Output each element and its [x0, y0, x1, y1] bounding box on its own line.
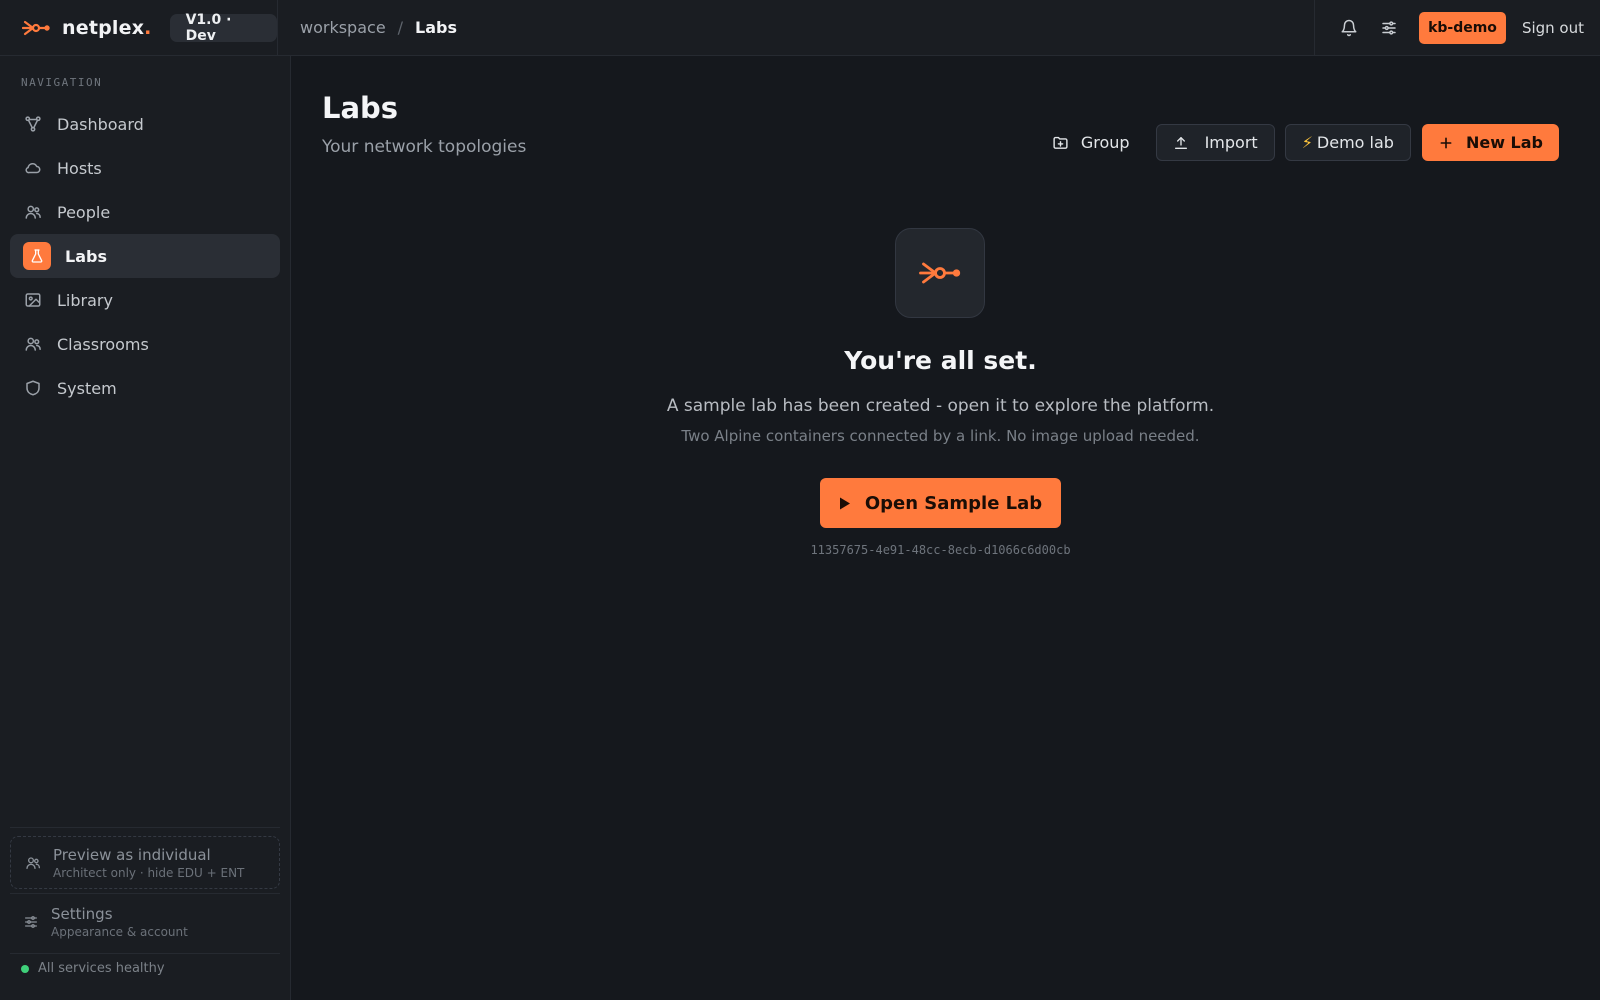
page-subtitle: Your network topologies [322, 137, 527, 157]
sidebar-item-label: Dashboard [57, 114, 144, 134]
netplex-logo-icon [919, 257, 961, 289]
shield-icon [24, 379, 42, 397]
cloud-icon [24, 159, 42, 177]
netplex-logo-icon[interactable] [22, 18, 50, 38]
lightning-icon: ⚡ [1301, 133, 1313, 152]
flask-icon [23, 242, 51, 270]
settings-title: Settings [51, 905, 113, 923]
breadcrumb-current: Labs [415, 18, 458, 37]
preview-subtitle: Architect only · hide EDU + ENT [53, 865, 245, 880]
demo-lab-label: Demo lab [1316, 133, 1394, 152]
sidebar-settings[interactable]: Settings Appearance & account [10, 902, 280, 942]
empty-state-title: You're all set. [844, 346, 1037, 375]
status-dot-icon [21, 964, 29, 973]
new-lab-label: New Lab [1465, 133, 1543, 152]
upload-icon [1173, 135, 1189, 151]
plus-icon [1438, 135, 1454, 151]
page-actions: Group Import ⚡ Demo lab New Lab [1042, 124, 1559, 161]
sidebar-divider [10, 827, 280, 828]
sidebar-item-label: Classrooms [57, 334, 149, 354]
sidebar-item-system[interactable]: System [10, 366, 280, 410]
empty-state-logo [895, 228, 985, 318]
sliders-icon [23, 914, 39, 930]
preview-texts: Preview as individual Architect only · h… [53, 846, 244, 880]
open-sample-lab-button[interactable]: Open Sample Lab [820, 478, 1061, 528]
service-health-status: All services healthy [21, 961, 165, 976]
nav-list: Dashboard Hosts People Labs Library Clas… [10, 102, 280, 410]
sidebar-item-label: Labs [65, 246, 107, 266]
sidebar-divider [10, 893, 280, 894]
play-icon [839, 497, 851, 510]
version-badge[interactable]: V1.0 · Dev [169, 12, 277, 44]
sidebar-item-label: System [57, 378, 117, 398]
group-button[interactable]: Group [1042, 124, 1140, 161]
import-label: Import [1204, 133, 1258, 152]
topology-icon [24, 115, 42, 133]
page-title: Labs [322, 91, 399, 125]
image-icon [24, 291, 42, 309]
preview-title: Preview as individual [53, 845, 211, 864]
sidebar-item-library[interactable]: Library [10, 278, 280, 322]
sidebar-item-labs[interactable]: Labs [10, 234, 280, 278]
health-text: All services healthy [38, 961, 165, 976]
user-badge[interactable]: kb-demo [1419, 11, 1506, 44]
group-label: Group [1080, 133, 1130, 152]
top-bar: netplex. V1.0 · Dev workspace / Labs kb-… [0, 0, 1600, 56]
breadcrumb-separator: / [397, 18, 404, 37]
header-actions: kb-demo Sign out [1314, 0, 1600, 56]
settings-texts: Settings Appearance & account [51, 905, 188, 939]
sidebar-item-dashboard[interactable]: Dashboard [10, 102, 280, 146]
users-icon [25, 855, 41, 871]
breadcrumb-workspace[interactable]: workspace [300, 18, 386, 37]
empty-state-description: A sample lab has been created - open it … [666, 396, 1215, 416]
sidebar-item-classrooms[interactable]: Classrooms [10, 322, 280, 366]
sign-out-button[interactable]: Sign out [1522, 19, 1584, 37]
sliders-icon[interactable] [1369, 8, 1409, 48]
bell-icon[interactable] [1329, 8, 1369, 48]
brand-name[interactable]: netplex. [62, 17, 152, 39]
sidebar: NAVIGATION Dashboard Hosts People Labs L… [0, 56, 291, 1000]
settings-subtitle: Appearance & account [51, 925, 188, 939]
folder-plus-icon [1052, 134, 1069, 151]
preview-as-individual-toggle[interactable]: Preview as individual Architect only · h… [10, 836, 280, 889]
brand-dot: . [144, 16, 152, 39]
nav-heading: NAVIGATION [21, 76, 103, 89]
import-button[interactable]: Import [1155, 124, 1275, 161]
sidebar-item-label: People [57, 202, 111, 222]
brand: netplex. V1.0 · Dev [0, 0, 278, 56]
empty-state-note: Two Alpine containers connected by a lin… [681, 427, 1200, 445]
open-sample-lab-label: Open Sample Lab [864, 492, 1043, 514]
new-lab-button[interactable]: New Lab [1421, 124, 1559, 161]
breadcrumb: workspace / Labs [278, 18, 1314, 37]
lab-id: 11357675-4e91-48cc-8ecb-d1066c6d00cb [810, 543, 1071, 557]
sidebar-item-people[interactable]: People [10, 190, 280, 234]
main-content: Labs Your network topologies Group Impor… [291, 56, 1600, 1000]
users-icon [24, 335, 42, 353]
sidebar-item-hosts[interactable]: Hosts [10, 146, 280, 190]
sidebar-divider [10, 953, 280, 954]
users-icon [24, 203, 42, 221]
demo-lab-button[interactable]: ⚡ Demo lab [1284, 124, 1411, 161]
sidebar-item-label: Hosts [57, 158, 102, 178]
sidebar-item-label: Library [57, 290, 113, 310]
